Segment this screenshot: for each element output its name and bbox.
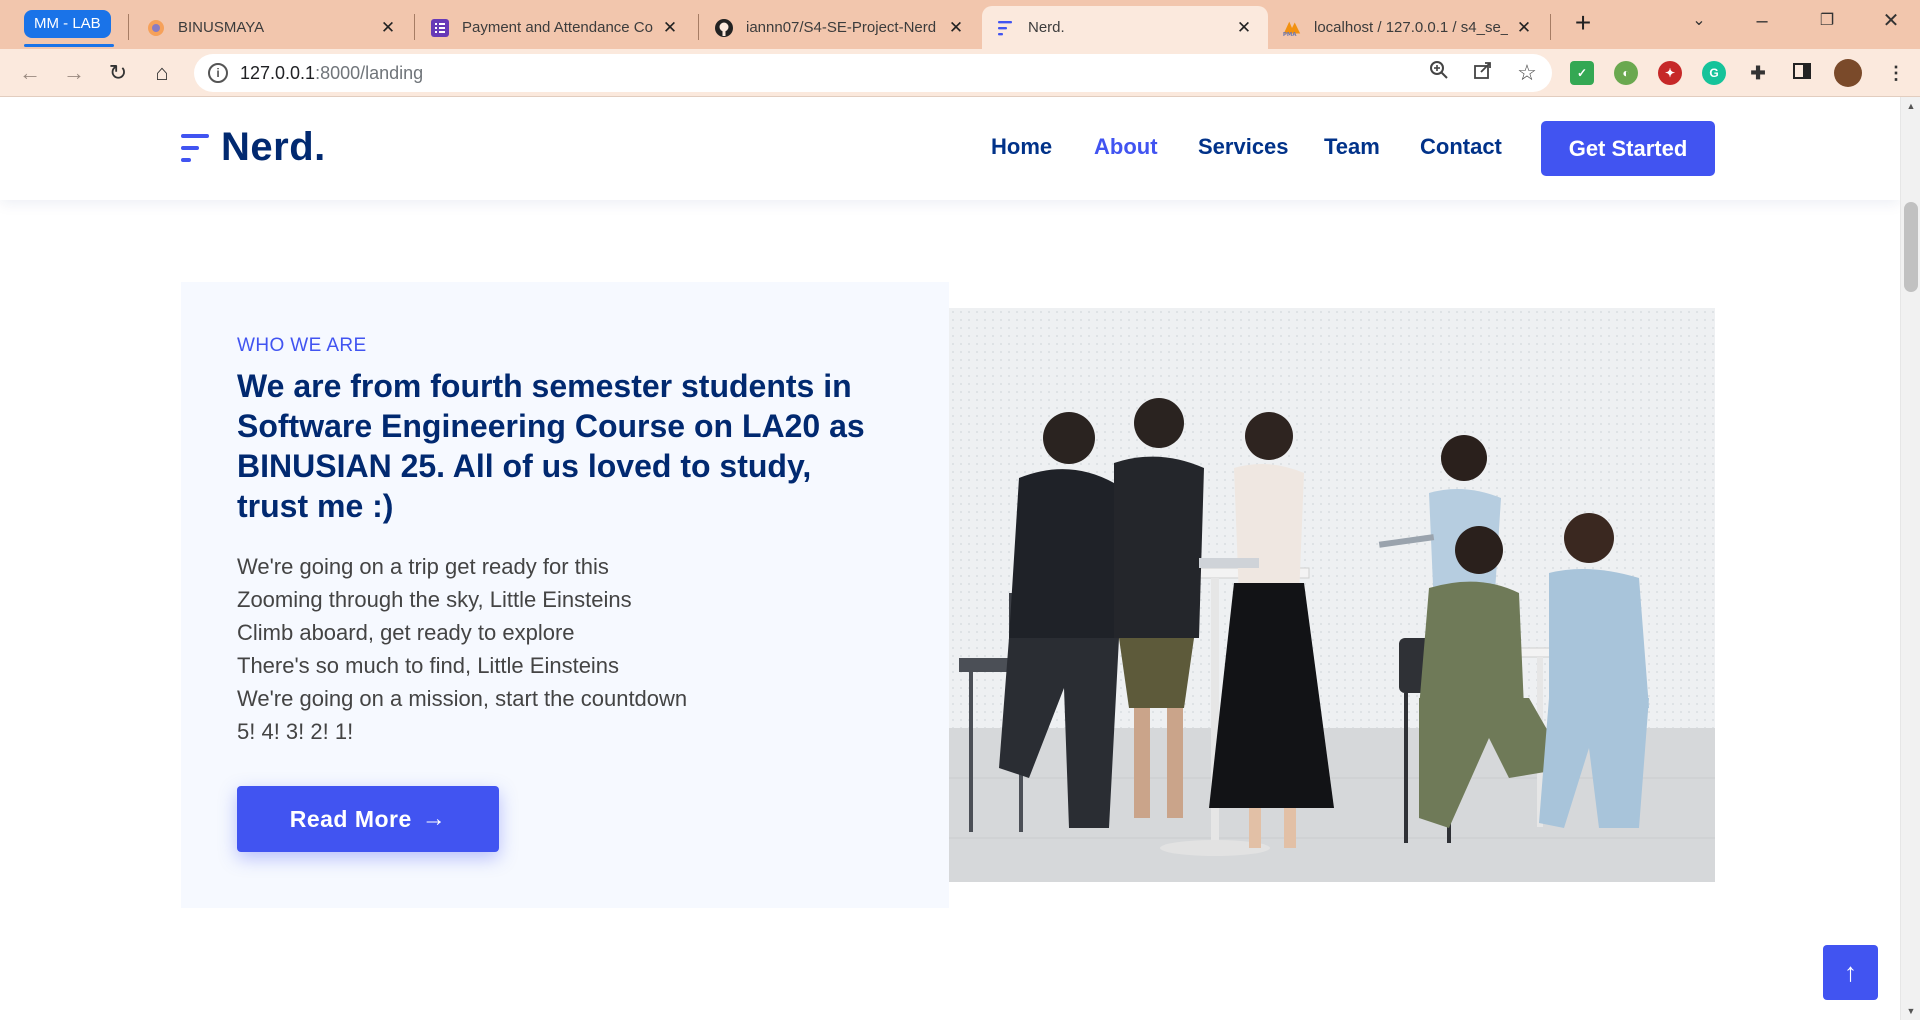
close-icon[interactable]: ✕ — [378, 18, 398, 38]
forms-favicon-icon — [430, 18, 450, 38]
close-icon[interactable]: ✕ — [1234, 18, 1254, 38]
side-panel-icon[interactable] — [1790, 61, 1814, 85]
tab-github-repo[interactable]: iannn07/S4-SE-Project-Nerd ✕ — [700, 6, 980, 49]
tab-title: BINUSMAYA — [178, 19, 265, 36]
scroll-thumb[interactable] — [1904, 202, 1918, 292]
tab-separator — [128, 14, 129, 40]
scroll-up-arrow-icon[interactable]: ▲ — [1901, 101, 1920, 111]
browser-toolbar: ← → ↻ ⌂ i 127.0.0.1:8000/landing ☆ ✓ ◐ ✦… — [0, 49, 1920, 97]
tab-title: iannn07/S4-SE-Project-Nerd — [746, 19, 937, 36]
about-lyrics: We're going on a trip get ready for this… — [237, 550, 837, 748]
bookmark-star-icon[interactable]: ☆ — [1514, 60, 1540, 86]
zoom-icon[interactable] — [1426, 60, 1452, 86]
logo-text: Nerd. — [221, 125, 326, 169]
close-window-button[interactable]: ✕ — [1873, 6, 1909, 36]
red-extension-icon[interactable]: ✦ — [1658, 61, 1682, 85]
close-icon[interactable]: ✕ — [1514, 18, 1534, 38]
about-headline: We are from fourth semester students in … — [237, 368, 865, 524]
lyric-line: 5! 4! 3! 2! 1! — [237, 719, 354, 744]
tab-nerd-active[interactable]: Nerd. ✕ — [982, 6, 1268, 49]
back-to-top-button[interactable]: ↑ — [1823, 945, 1878, 1000]
lyric-line: We're going on a mission, start the coun… — [237, 686, 688, 711]
tab-title: localhost / 127.0.0.1 / s4_se_ — [1314, 19, 1508, 36]
tab-group-label[interactable]: MM - LAB — [24, 10, 111, 38]
share-icon[interactable] — [1470, 60, 1496, 86]
read-more-button[interactable]: Read More → — [237, 786, 499, 852]
back-button[interactable]: ← — [15, 58, 45, 88]
section-eyebrow: WHO WE ARE — [237, 335, 367, 356]
site-info-icon[interactable]: i — [208, 63, 228, 83]
page-viewport: Nerd. Home About Services Team Contact G… — [0, 97, 1900, 1020]
puzzle-extensions-icon[interactable]: ✚ — [1746, 61, 1770, 85]
github-favicon-icon — [714, 18, 734, 38]
lyric-line: We're going on a trip get ready for this — [237, 554, 609, 579]
tab-title: Nerd. — [1028, 19, 1065, 36]
logo-bars-icon — [181, 130, 211, 166]
svg-text:PMA: PMA — [1283, 32, 1297, 38]
new-tab-button[interactable]: + — [1568, 8, 1598, 38]
tab-separator — [698, 14, 699, 40]
binusmaya-favicon-icon — [146, 18, 166, 38]
profile-avatar[interactable] — [1834, 59, 1862, 87]
tab-title: Payment and Attendance Cor — [462, 19, 654, 36]
tab-payment-attendance[interactable]: Payment and Attendance Cor ✕ — [416, 6, 694, 49]
close-icon[interactable]: ✕ — [946, 18, 966, 38]
nav-contact[interactable]: Contact — [1420, 134, 1502, 160]
globe-extension-icon[interactable]: ◐ — [1614, 61, 1638, 85]
tab-binusmaya[interactable]: BINUSMAYA ✕ — [132, 6, 412, 49]
tab-separator — [1550, 14, 1551, 40]
minimize-button[interactable]: – — [1744, 6, 1780, 36]
home-button[interactable]: ⌂ — [147, 58, 177, 88]
nav-home[interactable]: Home — [991, 134, 1052, 160]
forward-button[interactable]: → — [59, 58, 89, 88]
tab-group-underline — [24, 44, 114, 47]
about-content-box: WHO WE ARE We are from fourth semester s… — [181, 282, 949, 908]
nav-team[interactable]: Team — [1324, 134, 1380, 160]
read-more-label: Read More — [289, 805, 412, 832]
logo[interactable]: Nerd. — [181, 125, 326, 170]
more-menu-icon[interactable]: ⋮ — [1884, 61, 1908, 85]
phpmyadmin-favicon-icon: PMA — [1282, 18, 1302, 38]
scroll-down-arrow-icon[interactable]: ▼ — [1901, 1006, 1920, 1016]
lyric-line: Zooming through the sky, Little Einstein… — [237, 587, 632, 612]
reload-button[interactable]: ↻ — [103, 58, 133, 88]
get-started-button[interactable]: Get Started — [1541, 121, 1715, 176]
address-bar[interactable]: i 127.0.0.1:8000/landing ☆ — [194, 54, 1552, 92]
arrow-up-icon: ↑ — [1844, 957, 1857, 987]
tab-separator — [414, 14, 415, 40]
shield-extension-icon[interactable]: ✓ — [1570, 61, 1594, 85]
browser-tab-strip: MM - LAB BINUSMAYA ✕ Payment and Attenda… — [0, 0, 1920, 49]
close-icon[interactable]: ✕ — [660, 18, 680, 38]
tab-search-chevron-icon[interactable]: ⌄ — [1681, 6, 1717, 36]
nav-services[interactable]: Services — [1198, 134, 1289, 160]
lyric-line: Climb aboard, get ready to explore — [237, 620, 575, 645]
page-scrollbar[interactable]: ▲ ▼ — [1900, 97, 1920, 1020]
site-header: Nerd. Home About Services Team Contact G… — [0, 97, 1900, 200]
grammarly-extension-icon[interactable]: G — [1702, 61, 1726, 85]
nav-about[interactable]: About — [1094, 134, 1158, 160]
restore-button[interactable]: ❐ — [1809, 6, 1845, 36]
students-group-photo — [949, 308, 1715, 882]
lyric-line: There's so much to find, Little Einstein… — [237, 653, 620, 678]
nerd-favicon-icon — [996, 18, 1016, 38]
url-text[interactable]: 127.0.0.1:8000/landing — [240, 63, 423, 84]
arrow-right-icon: → — [421, 805, 447, 832]
tab-phpmyadmin[interactable]: PMA localhost / 127.0.0.1 / s4_se_ ✕ — [1268, 6, 1548, 49]
